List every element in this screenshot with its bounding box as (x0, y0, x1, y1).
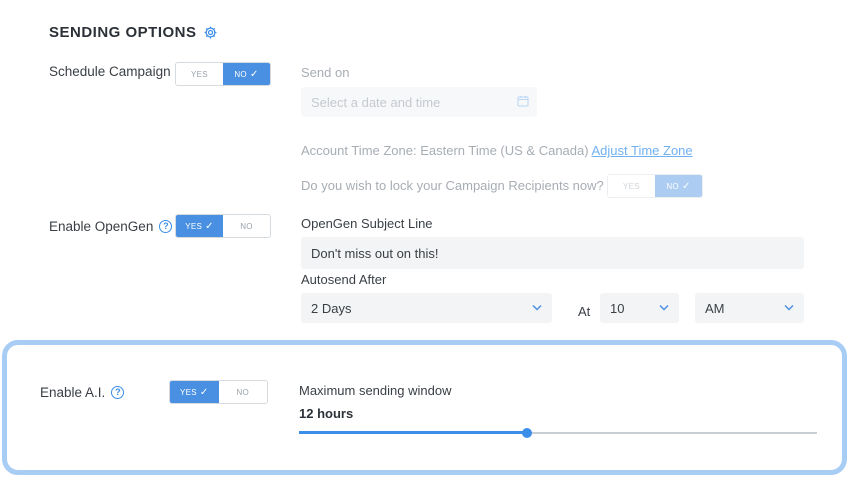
section-title: SENDING OPTIONS (49, 24, 218, 41)
lock-no-option[interactable]: NO ✓ (655, 175, 702, 197)
check-icon: ✓ (249, 68, 259, 80)
schedule-yes-option[interactable]: YES (176, 63, 223, 85)
check-icon: ✓ (199, 386, 209, 398)
help-icon[interactable]: ? (111, 386, 125, 399)
enable-opengen-toggle[interactable]: YES ✓ NO (175, 214, 271, 238)
send-on-date-input[interactable]: Select a date and time (301, 87, 537, 117)
schedule-no-label: NO (234, 69, 247, 79)
lock-no-label: NO (666, 181, 679, 191)
ampm-value: AM (705, 300, 725, 316)
lock-recipients-question: Do you wish to lock your Campaign Recipi… (301, 178, 604, 193)
opengen-yes-option[interactable]: YES ✓ (176, 215, 223, 237)
lock-yes-label: YES (623, 181, 640, 191)
enable-opengen-label-text: Enable OpenGen (49, 219, 154, 234)
sending-window-slider-handle[interactable] (521, 428, 532, 438)
date-placeholder: Select a date and time (311, 94, 441, 110)
check-icon: ✓ (681, 180, 691, 192)
schedule-yes-label: YES (191, 69, 208, 79)
ai-yes-option[interactable]: YES ✓ (170, 381, 219, 403)
ai-no-option[interactable]: NO (218, 381, 267, 403)
gear-icon[interactable] (203, 25, 218, 40)
lock-recipients-toggle[interactable]: YES NO ✓ (607, 174, 703, 198)
timezone-info: Account Time Zone: Eastern Time (US & Ca… (301, 143, 693, 158)
chevron-down-icon (659, 304, 669, 311)
enable-ai-label: Enable A.I. ? (40, 385, 125, 400)
ampm-select[interactable]: AM (695, 293, 804, 323)
opengen-subject-input[interactable]: Don't miss out on this! (301, 237, 804, 269)
check-icon: ✓ (205, 220, 214, 232)
schedule-campaign-label-text: Schedule Campaign (49, 64, 171, 79)
max-sending-window-value: 12 hours (299, 406, 354, 421)
chevron-down-icon (784, 304, 794, 311)
autosend-after-select[interactable]: 2 Days (301, 293, 552, 323)
lock-yes-option[interactable]: YES (608, 175, 655, 197)
chevron-down-icon (532, 304, 542, 311)
max-sending-window-label: Maximum sending window (299, 383, 452, 398)
at-label: At (578, 304, 591, 319)
adjust-timezone-link[interactable]: Adjust Time Zone (591, 143, 692, 158)
opengen-subject-value: Don't miss out on this! (311, 245, 439, 261)
calendar-icon (517, 96, 529, 107)
hour-value: 10 (610, 300, 625, 316)
schedule-no-option[interactable]: NO ✓ (223, 63, 270, 85)
section-title-text: SENDING OPTIONS (49, 24, 197, 41)
send-on-label: Send on (301, 65, 350, 80)
ai-no-label: NO (236, 387, 250, 397)
opengen-subject-label: OpenGen Subject Line (301, 216, 433, 231)
enable-ai-label-text: Enable A.I. (40, 385, 106, 400)
autosend-after-label: Autosend After (301, 272, 387, 287)
ai-yes-label: YES (179, 387, 197, 397)
opengen-no-label: NO (240, 221, 253, 231)
timezone-text: Account Time Zone: Eastern Time (US & Ca… (301, 143, 589, 158)
schedule-campaign-toggle[interactable]: YES NO ✓ (175, 62, 271, 86)
opengen-no-option[interactable]: NO (223, 215, 270, 237)
schedule-campaign-label: Schedule Campaign (49, 64, 171, 79)
sending-window-slider-fill (299, 431, 527, 434)
hour-select[interactable]: 10 (600, 293, 679, 323)
enable-ai-panel (2, 340, 847, 475)
enable-opengen-label: Enable OpenGen ? (49, 219, 173, 234)
autosend-value: 2 Days (311, 300, 352, 316)
enable-ai-toggle[interactable]: YES ✓ NO (169, 380, 268, 404)
help-icon[interactable]: ? (159, 220, 173, 233)
opengen-yes-label: YES (185, 221, 203, 231)
